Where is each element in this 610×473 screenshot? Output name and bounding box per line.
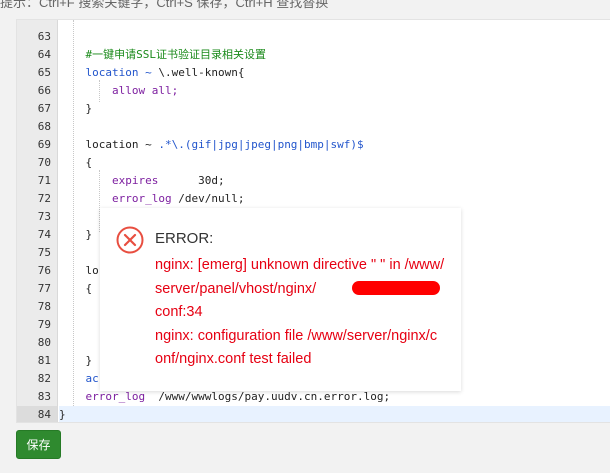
- line-number: 83: [37, 390, 51, 403]
- location-pattern: \.well-known{: [158, 66, 245, 79]
- comment: #一键申请SSL证书验证目录相关设置: [85, 48, 267, 61]
- error-circle-x-icon: [116, 226, 144, 254]
- line-number: 63: [37, 30, 51, 43]
- line-number: 72: [37, 192, 51, 205]
- directive-error-log: error_log: [111, 192, 172, 205]
- line-number: 64: [37, 48, 51, 61]
- code-line-72: error_log /dev/null;: [59, 190, 610, 208]
- code-line-69: location ~ .*\.(gif|jpg|jpeg|png|bmp|swf…: [59, 136, 610, 154]
- line-number: 71: [37, 174, 51, 187]
- error-message: nginx: [emerg] unknown directive " " in …: [155, 254, 445, 372]
- code-line-65: location ~ \.well-known{: [59, 64, 610, 82]
- brace: {: [85, 156, 93, 169]
- code-line-71: expires 30d;: [59, 172, 610, 190]
- line-number: 70: [37, 156, 51, 169]
- line-number: 81: [37, 354, 51, 367]
- line-number: 84: [17, 406, 57, 422]
- error-title: ERROR:: [155, 230, 214, 247]
- code-line-67: }: [59, 100, 610, 118]
- code-line-64: #一键申请SSL证书验证目录相关设置: [59, 46, 610, 64]
- directive-expires: expires: [111, 174, 159, 187]
- brace: }: [85, 354, 93, 367]
- line-number: 82: [37, 372, 51, 385]
- location-pattern: .*\.(gif|jpg|jpeg|png|bmp|swf)$: [158, 138, 364, 151]
- line-number: 75: [37, 246, 51, 259]
- line-number: 65: [37, 66, 51, 79]
- code-line-84: }: [59, 406, 610, 422]
- line-number: 68: [37, 120, 51, 133]
- directive-value: /www/wwwlogs/pay.uudv.cn.error.log;: [145, 390, 391, 403]
- directive-error-log: error_log: [85, 390, 146, 403]
- code-fragment: ac: [85, 372, 99, 385]
- directive-value: /dev/null;: [171, 192, 245, 205]
- brace: }: [85, 102, 93, 115]
- error-message-line-1-tail: conf:34: [155, 304, 203, 320]
- save-button[interactable]: 保存: [16, 430, 61, 459]
- error-dialog: ERROR: nginx: [emerg] unknown directive …: [100, 208, 461, 391]
- directive-allow: allow: [111, 84, 146, 97]
- brace: {: [85, 282, 93, 295]
- editor-hint: 提示：Ctrl+F 搜索关键字，Ctrl+S 保存，Ctrl+H 查找替换: [0, 0, 329, 10]
- line-number-gutter: 63 64 65 66 67 68 69 70 71 72 73 74 75 76 77 78 79 80 81 82…: [17, 20, 58, 422]
- redaction-mark: [352, 281, 440, 295]
- line-number: 69: [37, 138, 51, 151]
- line-number: 66: [37, 84, 51, 97]
- code-fragment: lo: [85, 264, 99, 277]
- directive-value: all;: [145, 84, 179, 97]
- line-number: 76: [37, 264, 51, 277]
- error-message-line-2: nginx: configuration file /www/server/ng…: [155, 327, 438, 368]
- code-line-66: allow all;: [59, 82, 610, 100]
- line-number: 79: [37, 318, 51, 331]
- keyword-location: location ~: [85, 138, 159, 151]
- code-line-70: {: [59, 154, 610, 172]
- line-number: 78: [37, 300, 51, 313]
- line-number: 74: [37, 228, 51, 241]
- brace: }: [85, 228, 93, 241]
- line-number: 67: [37, 102, 51, 115]
- line-number: 77: [37, 282, 51, 295]
- line-number: 73: [37, 210, 51, 223]
- keyword-location: location ~: [85, 66, 159, 79]
- directive-value: 30d;: [158, 174, 225, 187]
- line-number: 80: [37, 336, 51, 349]
- brace: }: [59, 408, 66, 421]
